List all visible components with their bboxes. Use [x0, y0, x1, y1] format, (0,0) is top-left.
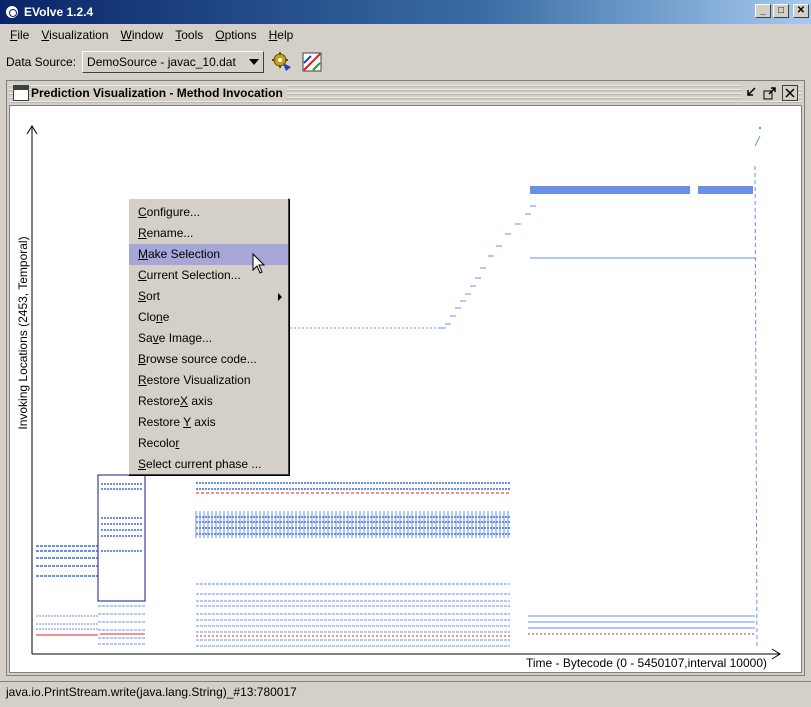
context-menu-item-mnemonic: B: [138, 352, 147, 366]
context-menu-item-mnemonic: X: [180, 394, 189, 408]
context-menu-item-label: onfigure...: [146, 205, 201, 219]
visualization-frame: Prediction Visualization - Method Invoca…: [6, 80, 805, 676]
menu-tools-label: ools: [181, 28, 204, 42]
context-menu-item-mnemonic: C: [138, 268, 147, 282]
frame-maximize-button[interactable]: [762, 85, 778, 101]
context-menu-item-label: e Image...: [158, 331, 213, 345]
context-menu-item-label: Clo: [138, 310, 157, 324]
data-source-value: DemoSource - javac_10.dat: [87, 55, 236, 69]
context-menu-item-label: elect current phase ...: [146, 457, 262, 471]
maximize-button[interactable]: □: [773, 4, 789, 18]
context-menu-item-mnemonic: C: [138, 205, 147, 219]
new-visualization-button[interactable]: [300, 50, 324, 74]
menu-visualization-mnemonic: V: [41, 28, 50, 42]
menu-tools[interactable]: Tools: [169, 28, 209, 42]
frame-controls: [742, 85, 798, 101]
chevron-right-icon: [278, 293, 282, 301]
status-text: java.io.PrintStream.write(java.lang.Stri…: [6, 685, 297, 699]
close-button[interactable]: ✕: [793, 4, 809, 18]
app-icon: [4, 4, 20, 20]
status-bar: java.io.PrintStream.write(java.lang.Stri…: [0, 681, 811, 707]
context-menu-item-label: estore Visualization: [146, 373, 251, 387]
menu-file-label: ile: [17, 28, 30, 42]
menu-options[interactable]: Options: [209, 28, 262, 42]
data-source-label: Data Source:: [6, 55, 77, 69]
context-menu-item-mnemonic: R: [138, 226, 147, 240]
context-menu-item-mnemonic: Y: [183, 415, 191, 429]
title-bar[interactable]: EVolve 1.2.4 _ □ ✕: [0, 0, 811, 24]
context-menu-item-label: axis: [188, 394, 213, 408]
context-menu-item[interactable]: Configure...: [129, 202, 288, 223]
context-menu-item-mnemonic: R: [138, 373, 147, 387]
context-menu-item[interactable]: Clone: [129, 307, 288, 328]
chevron-down-icon[interactable]: [249, 59, 260, 65]
menu-visualization[interactable]: Visualization: [35, 28, 114, 42]
frame-close-button[interactable]: [782, 85, 798, 101]
context-menu-item-label: axis: [190, 415, 216, 429]
frame-title: Prediction Visualization - Method Invoca…: [31, 86, 287, 100]
window-title: EVolve 1.2.4: [24, 5, 94, 19]
context-menu-item-label: rowse source code...: [146, 352, 257, 366]
context-menu-item[interactable]: Browse source code...: [129, 349, 288, 370]
context-menu: Configure... Rename... Make Selection Curre…: [128, 198, 289, 475]
context-menu-item[interactable]: Restore Y axis: [129, 412, 288, 433]
menu-help[interactable]: Help: [263, 28, 300, 42]
menu-window-mnemonic: W: [120, 28, 132, 42]
menu-help-label: elp: [277, 28, 294, 42]
menu-options-mnemonic: O: [215, 28, 225, 42]
context-menu-item-label: ort: [146, 289, 161, 303]
x-axis-label: Time - Bytecode (0 - 5450107,interval 10…: [525, 656, 767, 670]
menu-window-label: indow: [131, 28, 164, 42]
visualization-icon: [302, 52, 322, 72]
data-source-combo[interactable]: DemoSource - javac_10.dat: [82, 51, 265, 73]
context-menu-item-mnemonic: r: [175, 436, 180, 450]
gear-run-icon: [272, 52, 292, 71]
context-menu-item[interactable]: Rename...: [129, 223, 288, 244]
plot-mark-125: [698, 186, 753, 194]
context-menu-item[interactable]: Restore Visualization: [129, 370, 288, 391]
window-controls: _ □ ✕: [755, 4, 809, 18]
menu-options-label: ptions: [224, 28, 257, 42]
menu-visualization-label: isualization: [49, 28, 109, 42]
context-menu-item-label: urrent Selection...: [146, 268, 241, 282]
close-icon: [785, 88, 795, 98]
context-menu-item-label: ake Selection: [148, 247, 221, 261]
toolbar: Data Source: DemoSource - javac_10.dat: [0, 46, 811, 78]
context-menu-item[interactable]: Sort: [129, 286, 288, 307]
context-menu-item-label: Restore: [138, 394, 181, 408]
selection-rectangle[interactable]: [97, 474, 146, 602]
menu-window[interactable]: Window: [115, 28, 170, 42]
context-menu-item-mnemonic: S: [138, 289, 147, 303]
plot-mark-143: [754, 135, 761, 147]
context-menu-item-label: Restore: [138, 415, 184, 429]
context-menu-item-mnemonic: n: [156, 310, 163, 324]
iconify-icon: [747, 87, 756, 96]
menu-bar: File Visualization Window Tools Options …: [0, 24, 811, 46]
context-menu-item-label: Recolo: [138, 436, 176, 450]
y-axis-label: Invoking Locations (2453, Temporal): [16, 236, 30, 430]
plot-mark-124: [530, 186, 690, 194]
context-menu-item[interactable]: RestoreX axis: [129, 391, 288, 412]
context-menu-item-label: ename...: [146, 226, 194, 240]
context-menu-item-label: e: [162, 310, 170, 324]
context-menu-item[interactable]: Recolor: [129, 433, 288, 454]
minimize-button[interactable]: _: [755, 4, 771, 18]
context-menu-item[interactable]: Select current phase ...: [129, 454, 288, 475]
plot-mark-144: [754, 165, 758, 647]
context-menu-item[interactable]: Save Image...: [129, 328, 288, 349]
context-menu-item-label: Sa: [138, 331, 153, 345]
context-menu-item-mnemonic: M: [138, 247, 148, 261]
frame-minimize-button[interactable]: [742, 85, 758, 101]
menu-help-mnemonic: H: [268, 28, 278, 42]
maximize-icon: [763, 87, 776, 100]
frame-icon: [13, 85, 29, 101]
mouse-cursor-icon: [252, 253, 266, 274]
run-button[interactable]: [270, 50, 294, 74]
context-menu-item-mnemonic: S: [138, 457, 147, 471]
menu-file[interactable]: File: [4, 28, 35, 42]
frame-title-bar[interactable]: Prediction Visualization - Method Invoca…: [9, 83, 802, 103]
